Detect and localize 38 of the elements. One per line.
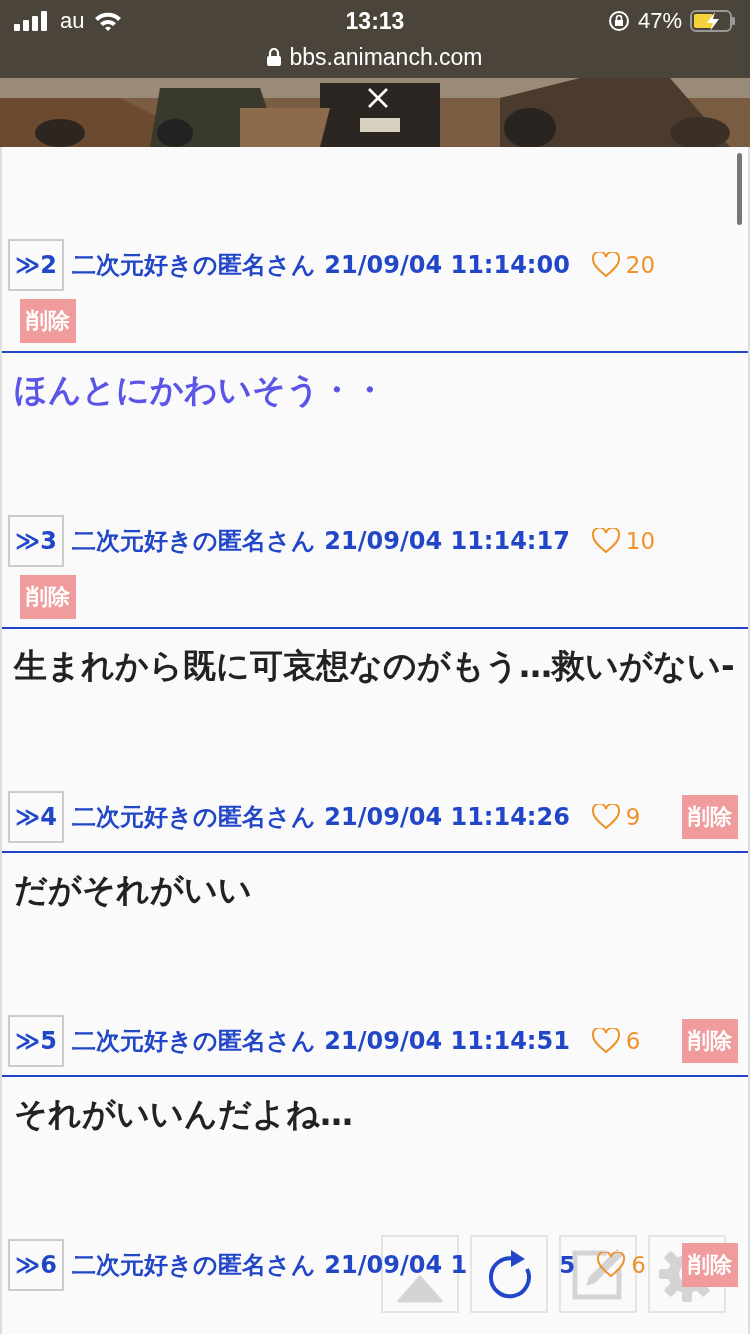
scrollbar <box>737 153 742 225</box>
reload-button[interactable] <box>470 1235 548 1313</box>
rotation-lock-icon <box>607 10 630 32</box>
post-text: だがそれがいい <box>13 869 253 911</box>
reply-number[interactable]: ≫6 <box>8 1239 64 1291</box>
reply-number[interactable]: ≫4 <box>8 791 64 843</box>
battery-charging-icon <box>690 10 736 32</box>
post-author-date: 二次元好きの匿名さん 21/09/04 11:14:51 <box>72 1026 570 1057</box>
page-url[interactable]: bbs.animanch.com <box>289 43 483 71</box>
heart-icon[interactable] <box>591 252 620 278</box>
post-text: ほんとにかわいそう・・ <box>13 369 387 411</box>
post-time-fragment: 5 <box>559 1252 576 1278</box>
post-author-date: 二次元好きの匿名さん 21/09/04 11:14:26 <box>72 802 570 833</box>
reply-number[interactable]: ≫3 <box>8 515 64 567</box>
heart-icon[interactable] <box>591 528 620 554</box>
post-text: それがいいんだよね… <box>13 1093 354 1135</box>
heart-icon[interactable] <box>591 1028 620 1054</box>
reply-number[interactable]: ≫2 <box>8 239 64 291</box>
lock-icon <box>267 48 282 66</box>
post-author-date: 二次元好きの匿名さん 21/09/04 11:14:17 <box>72 526 570 557</box>
like-count: 9 <box>625 804 641 830</box>
carrier-name: au <box>60 8 85 34</box>
heart-icon[interactable] <box>597 1252 626 1278</box>
close-icon[interactable] <box>366 86 390 110</box>
like-count: 10 <box>625 528 656 554</box>
triangle-up-icon <box>397 1275 443 1303</box>
reply-number[interactable]: ≫5 <box>8 1015 64 1067</box>
post-author-date: 二次元好きの匿名さん 21/09/04 1 <box>72 1250 468 1281</box>
post-author-date: 二次元好きの匿名さん 21/09/04 11:14:00 <box>72 250 570 281</box>
like-count: 20 <box>625 252 656 278</box>
post-text: 生まれから既に可哀想なのがもう…救いがない- <box>12 645 736 687</box>
signal-icon <box>14 11 50 31</box>
heart-icon[interactable] <box>591 804 620 830</box>
like-count: 6 <box>625 1028 641 1054</box>
battery-percent: 47% <box>637 8 682 34</box>
like-count: 6 <box>631 1252 646 1278</box>
clock-time: 13:13 <box>345 7 405 34</box>
wifi-icon <box>94 11 123 31</box>
